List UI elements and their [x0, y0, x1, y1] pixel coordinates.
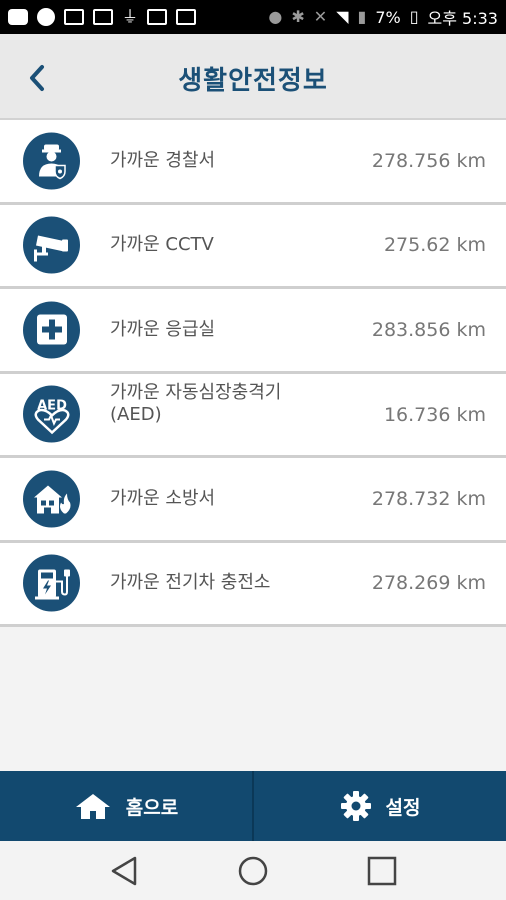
- list-item-fire-station[interactable]: 가까운 소방서 278.732 km: [0, 458, 506, 543]
- list-item-ev-charger[interactable]: 가까운 전기차 충전소 278.269 km: [0, 542, 506, 627]
- system-recents-button[interactable]: [362, 851, 402, 891]
- mail-notification-icon: [176, 9, 197, 25]
- bluetooth-icon: ✱: [291, 7, 305, 26]
- fire-station-icon: [23, 470, 80, 528]
- home-icon: [75, 794, 110, 819]
- item-distance: 278.269 km: [371, 572, 486, 595]
- image-notification-icon: [147, 9, 168, 25]
- gear-icon: [340, 791, 371, 821]
- list-item-aed[interactable]: AED 가까운 자동심장충격기 (AED) 16.736 km: [0, 373, 506, 458]
- bottom-nav: 홈으로 설정: [0, 771, 506, 841]
- triangle-back-icon: [112, 856, 137, 885]
- message-notification-icon: [8, 9, 28, 25]
- battery-percentage: 7%: [375, 7, 401, 27]
- circle-notification-icon: [37, 8, 55, 26]
- item-distance: 283.856 km: [371, 318, 486, 341]
- home-label: 홈으로: [125, 796, 179, 819]
- battery-icon: ▯: [409, 7, 419, 26]
- safety-info-list: 가까운 경찰서 278.756 km 가까운 CCTV 275.62 km 가까…: [0, 120, 506, 627]
- location-icon: ●: [268, 7, 283, 26]
- settings-label: 설정: [385, 796, 421, 819]
- item-distance: 278.732 km: [371, 487, 486, 510]
- emergency-room-icon: [23, 301, 80, 359]
- system-nav-bar: [0, 841, 506, 900]
- mute-icon: ✕: [313, 7, 328, 26]
- item-label-line1: 가까운 자동심장충격기: [110, 381, 282, 403]
- system-back-button[interactable]: [104, 851, 144, 891]
- item-label: 가까운 CCTV: [110, 234, 214, 256]
- gmail-notification-icon: [64, 9, 84, 25]
- signal-icon: ▮: [357, 7, 367, 26]
- cctv-icon: [23, 216, 80, 274]
- item-label: 가까운 소방서: [110, 487, 216, 509]
- settings-button[interactable]: 설정: [254, 771, 506, 841]
- list-item-emergency-room[interactable]: 가까운 응급실 283.856 km: [0, 289, 506, 374]
- page-title: 생활안전정보: [178, 66, 328, 96]
- ev-charger-icon: [23, 554, 80, 612]
- home-button[interactable]: 홈으로: [0, 771, 252, 841]
- item-distance: 16.736 km: [383, 403, 486, 426]
- item-label: 가까운 전기차 충전소: [110, 572, 271, 594]
- news-notification-icon: [93, 9, 113, 25]
- status-left-icons: ⏚: [8, 7, 197, 26]
- status-right-icons: ● ✱ ✕ ◥ ▮ 7% ▯ 오후 5:33: [268, 5, 498, 29]
- system-home-button[interactable]: [233, 851, 273, 891]
- status-bar: ⏚ ● ✱ ✕ ◥ ▮ 7% ▯ 오후 5:33: [0, 0, 506, 34]
- circle-home-icon: [238, 856, 268, 885]
- police-icon: [23, 132, 80, 190]
- aed-icon: AED: [23, 385, 80, 443]
- item-label-line2: (AED): [110, 403, 162, 425]
- item-label: 가까운 경찰서: [110, 149, 216, 171]
- item-distance: 275.62 km: [383, 234, 486, 257]
- list-item-police[interactable]: 가까운 경찰서 278.756 km: [0, 120, 506, 205]
- wifi-icon: ◥: [336, 7, 349, 26]
- clock: 오후 5:33: [427, 9, 498, 28]
- list-item-cctv[interactable]: 가까운 CCTV 275.62 km: [0, 204, 506, 289]
- usb-icon: ⏚: [122, 7, 139, 26]
- app-header: 생활안전정보: [0, 34, 506, 120]
- item-label: 가까운 응급실: [110, 318, 216, 340]
- item-distance: 278.756 km: [371, 149, 486, 172]
- item-label-two-line: 가까운 자동심장충격기 (AED): [110, 382, 281, 426]
- square-recents-icon: [367, 856, 396, 885]
